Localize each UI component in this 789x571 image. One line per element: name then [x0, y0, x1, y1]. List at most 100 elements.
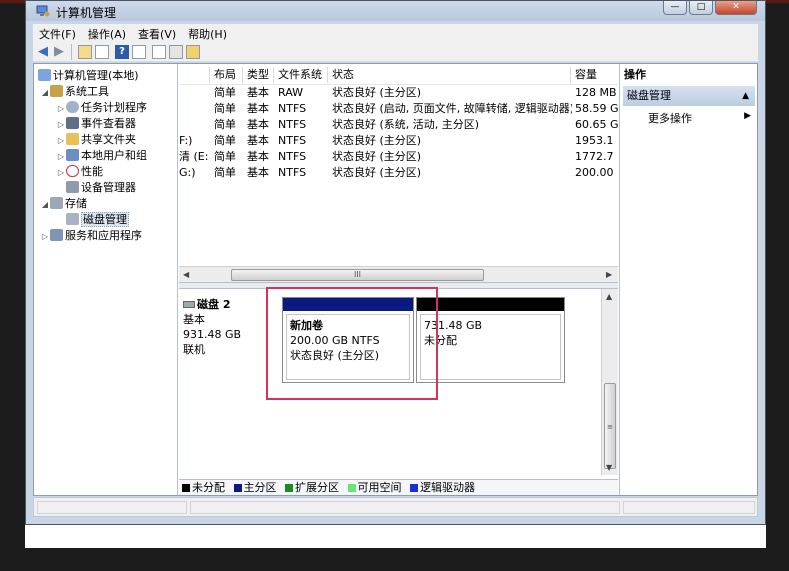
cell-layout: 简单 [214, 86, 236, 99]
tree-item-storage[interactable]: ◢ 存储 [40, 196, 87, 212]
partition-size: 731.48 GB [424, 319, 483, 332]
column-header-filesystem[interactable]: 文件系统 [274, 67, 328, 83]
window-bottom-area [25, 525, 766, 548]
menu-view[interactable]: 查看(V) [132, 24, 182, 44]
cell-layout: 简单 [214, 118, 236, 131]
expand-icon[interactable]: ▷ [56, 165, 66, 181]
status-bar [33, 497, 758, 517]
partition-details: 731.48 GB 未分配 [420, 314, 561, 380]
tree-item-task-scheduler[interactable]: ▷ 任务计划程序 [56, 100, 147, 116]
expand-icon[interactable]: ▷ [56, 101, 66, 117]
legend-swatch [182, 484, 190, 492]
title-bar[interactable]: 计算机管理 — □ ✕ [26, 1, 765, 21]
scroll-right-icon[interactable]: ▶ [606, 270, 612, 279]
menu-file[interactable]: 文件(F) [33, 24, 82, 44]
cell-layout: 简单 [214, 150, 236, 163]
cell-capacity: 58.59 G [575, 102, 618, 115]
cell-layout: 简单 [214, 134, 236, 147]
legend-item-logical-drive: 逻辑驱动器 [410, 481, 475, 494]
tree-item-computer-management[interactable]: 计算机管理(本地) [38, 68, 139, 84]
tree-item-performance[interactable]: ▷ 性能 [56, 164, 103, 180]
legend-bar: 未分配 主分区 扩展分区 可用空间 逻辑驱动器 [179, 479, 618, 495]
horizontal-scrollbar[interactable]: ◀ III ▶ [179, 266, 618, 282]
submenu-arrow-icon[interactable]: ▶ [744, 111, 751, 121]
cell-volume: F:) [179, 134, 193, 147]
tree-item-system-tools[interactable]: ◢ 系统工具 [40, 84, 109, 100]
disk-name: 磁盘 2 [197, 298, 231, 311]
properties-icon[interactable] [169, 45, 183, 59]
up-folder-icon[interactable] [78, 45, 92, 59]
column-header-type[interactable]: 类型 [243, 67, 274, 83]
partition-unallocated[interactable]: 731.48 GB 未分配 [416, 297, 565, 383]
cell-type: 基本 [247, 166, 269, 179]
tree-item-shared-folders[interactable]: ▷ 共享文件夹 [56, 132, 136, 148]
vertical-scroll-thumb[interactable]: ≡ [604, 383, 616, 469]
cell-volume [179, 117, 209, 133]
cell-type: 基本 [247, 150, 269, 163]
show-hide-tree-icon[interactable] [95, 45, 109, 59]
device-manager-icon [66, 181, 79, 193]
disk-size: 931.48 GB [183, 328, 242, 341]
column-header-capacity[interactable]: 容量 [571, 67, 618, 83]
event-viewer-icon [66, 117, 79, 129]
cell-type: 基本 [247, 134, 269, 147]
cell-status: 状态良好 (主分区) [332, 166, 422, 179]
cell-status: 状态良好 (主分区) [332, 86, 422, 99]
tree-item-disk-management[interactable]: 磁盘管理 [56, 212, 129, 228]
cell-capacity: 1772.7 [575, 150, 614, 163]
show-hide-action-pane-icon[interactable] [132, 45, 146, 59]
actions-section-disk-management[interactable]: 磁盘管理 ▲ [623, 86, 755, 106]
export-list-icon[interactable] [152, 45, 166, 59]
minimize-button[interactable]: — [663, 1, 687, 15]
actions-pane: 操作 磁盘管理 ▲ 更多操作 ▶ [619, 64, 757, 495]
scroll-up-icon[interactable]: ▲ [606, 292, 612, 301]
tree-item-local-users-groups[interactable]: ▷ 本地用户和组 [56, 148, 147, 164]
computer-icon [38, 69, 51, 81]
collapse-icon[interactable]: ◢ [40, 85, 50, 101]
collapse-up-icon[interactable]: ▲ [742, 86, 749, 106]
highlight-annotation-box [266, 287, 438, 400]
cell-type: 基本 [247, 118, 269, 131]
forward-arrow-icon[interactable]: ▶ [52, 45, 66, 59]
legend-item-unallocated: 未分配 [182, 481, 225, 494]
cell-status: 状态良好 (主分区) [332, 150, 422, 163]
scroll-left-icon[interactable]: ◀ [183, 270, 189, 279]
tools-icon [50, 85, 63, 97]
expand-icon[interactable]: ▷ [56, 117, 66, 133]
back-arrow-icon[interactable]: ◀ [36, 45, 50, 59]
tree-item-services-applications[interactable]: ▷ 服务和应用程序 [40, 228, 142, 244]
status-panel [37, 501, 187, 514]
disk-state: 联机 [183, 343, 205, 356]
collapse-icon[interactable]: ◢ [40, 197, 50, 213]
expand-icon[interactable]: ▷ [56, 149, 66, 165]
column-header-volume[interactable] [179, 67, 210, 83]
status-panel [190, 501, 620, 514]
scroll-down-icon[interactable]: ▼ [606, 463, 612, 472]
menu-help[interactable]: 帮助(H) [182, 24, 233, 44]
column-header-layout[interactable]: 布局 [210, 67, 243, 83]
horizontal-scroll-thumb[interactable]: III [231, 269, 484, 281]
tree-item-event-viewer[interactable]: ▷ 事件查看器 [56, 116, 136, 132]
main-area: 计算机管理(本地) ◢ 系统工具 ▷ 任务计划程序 ▷ 事件查看器 ▷ 共享文件夹 ▷ 本… [33, 63, 758, 496]
vertical-scrollbar[interactable]: ▲ ≡ ▼ [601, 289, 618, 475]
refresh-icon[interactable] [186, 45, 200, 59]
volume-list: 布局 类型 文件系统 状态 容量 简单 基本 RAW 状态良好 (主分区) 12… [179, 64, 618, 266]
expand-icon[interactable]: ▷ [40, 229, 50, 245]
legend-item-primary: 主分区 [233, 481, 277, 494]
cell-volume: 清 (E:) [179, 150, 209, 163]
disk-info[interactable]: 磁盘 2 基本 931.48 GB 联机 [183, 297, 279, 385]
expand-icon[interactable]: ▷ [56, 133, 66, 149]
computer-management-icon [36, 5, 50, 17]
more-actions-link[interactable]: 更多操作 [648, 110, 692, 126]
menu-action[interactable]: 操作(A) [82, 24, 132, 44]
legend-swatch [233, 484, 242, 492]
column-header-status[interactable]: 状态 [328, 67, 571, 83]
cell-filesystem: NTFS [278, 102, 307, 115]
maximize-button[interactable]: □ [689, 1, 713, 15]
tree-item-device-manager[interactable]: 设备管理器 [56, 180, 136, 196]
close-button[interactable]: ✕ [715, 1, 757, 15]
legend-swatch [285, 484, 293, 492]
help-icon[interactable]: ? [115, 45, 129, 59]
disk-icon [183, 301, 195, 308]
cell-status: 状态良好 (启动, 页面文件, 故障转储, 逻辑驱动器) [332, 102, 572, 115]
